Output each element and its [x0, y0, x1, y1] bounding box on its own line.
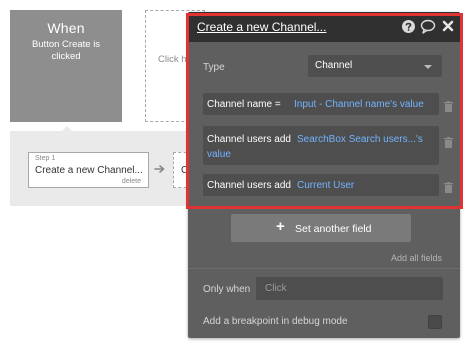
event-description: Button Create is clicked	[10, 39, 122, 63]
type-dropdown-value: Channel	[315, 60, 353, 71]
set-another-field-label: Set another field	[295, 223, 372, 235]
action-property-editor: Create a new Channel... Type Channel Cha…	[188, 12, 460, 338]
only-when-placeholder: Click	[265, 283, 287, 294]
breakpoint-label: Add a breakpoint in debug mode	[203, 316, 348, 327]
add-all-fields-link[interactable]: Add all fields	[391, 253, 442, 263]
field-dynamic-value[interactable]: Input - Channel name's value	[294, 99, 424, 110]
workflow-editor: When Button Create is clicked Click h St…	[0, 0, 466, 345]
plus-icon: +	[276, 218, 285, 235]
step-number: Step 1	[35, 155, 56, 162]
only-when-input[interactable]: Click	[256, 277, 443, 300]
add-event-placeholder-label: Click h	[158, 54, 187, 65]
chevron-down-icon	[424, 65, 432, 69]
trash-icon[interactable]	[444, 180, 453, 193]
field-label: Channel name =	[207, 99, 281, 110]
field-dynamic-value[interactable]: Current User	[297, 180, 354, 191]
panel-header: Create a new Channel...	[188, 12, 460, 42]
help-icon[interactable]	[401, 19, 416, 34]
arrow-right-icon	[154, 163, 166, 177]
close-icon[interactable]	[441, 19, 456, 34]
field-row-channel-users-current[interactable]: Channel users add Current User	[203, 174, 439, 196]
field-row-channel-name[interactable]: Channel name = Input - Channel name's va…	[203, 93, 439, 115]
panel-title[interactable]: Create a new Channel...	[197, 20, 326, 34]
field-dynamic-value[interactable]: SearchBox Search users...'s	[297, 134, 423, 145]
type-label: Type	[203, 62, 225, 73]
step-delete-link[interactable]: delete	[122, 178, 141, 185]
trash-icon[interactable]	[444, 135, 453, 148]
only-when-label: Only when	[203, 284, 251, 295]
event-title: When	[47, 20, 85, 36]
step-card[interactable]: Step 1 Create a new Channel... delete	[28, 152, 149, 188]
field-label: Channel users add	[207, 134, 291, 145]
event-description-line1: Button Create is	[31, 39, 101, 50]
type-dropdown[interactable]: Channel	[308, 55, 442, 77]
breakpoint-checkbox[interactable]	[428, 315, 442, 329]
trash-icon[interactable]	[444, 99, 453, 112]
event-card[interactable]: When Button Create is clicked	[10, 10, 122, 122]
set-another-field-button[interactable]: + Set another field	[231, 214, 411, 242]
field-dynamic-value-continued[interactable]: value	[207, 149, 231, 160]
event-description-line2: clicked	[51, 51, 81, 62]
field-row-channel-users-search[interactable]: Channel users add SearchBox Search users…	[203, 126, 439, 165]
field-label: Channel users add	[207, 180, 291, 191]
divider	[188, 268, 460, 269]
comment-icon[interactable]	[420, 19, 436, 34]
step-title: Create a new Channel...	[35, 165, 143, 176]
